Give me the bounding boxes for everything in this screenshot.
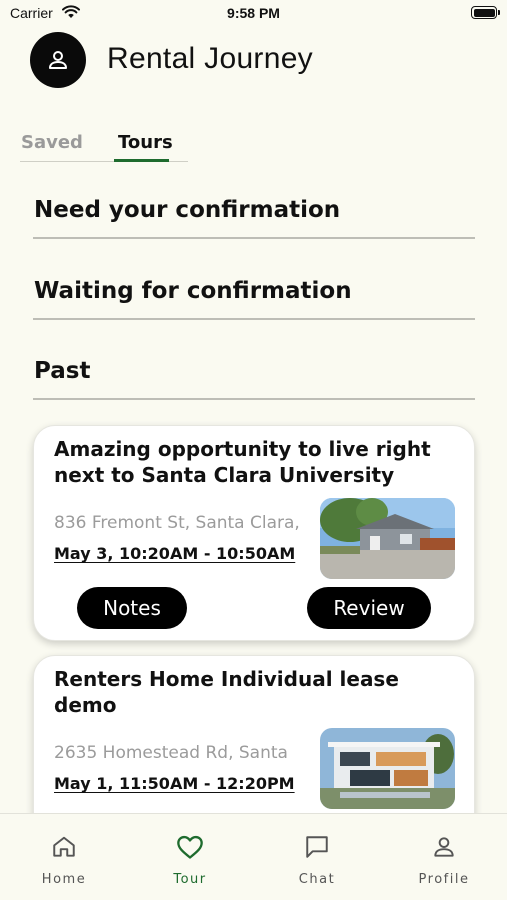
nav-profile[interactable]: Profile — [381, 814, 507, 900]
tour-title: Amazing opportunity to live right next t… — [54, 437, 431, 487]
status-bar: Carrier 9:58 PM — [0, 0, 507, 30]
nav-home-label: Home — [41, 872, 87, 887]
property-photo[interactable] — [320, 498, 455, 579]
bottom-nav: Home Tour Chat Profile — [0, 813, 507, 900]
notes-button[interactable]: Notes — [77, 587, 187, 629]
tour-time: May 1, 11:50AM - 12:20PM — [54, 774, 295, 793]
review-button[interactable]: Review — [307, 587, 431, 629]
person-icon — [49, 51, 67, 69]
tab-saved[interactable]: Saved — [21, 132, 83, 153]
nav-home[interactable]: Home — [1, 814, 127, 900]
section-past[interactable]: Past — [34, 358, 90, 384]
tab-tours[interactable]: Tours — [118, 132, 173, 153]
section-need-confirmation[interactable]: Need your confirmation — [34, 197, 340, 223]
property-photo[interactable] — [320, 728, 455, 809]
nav-profile-label: Profile — [418, 872, 470, 887]
chat-icon — [306, 836, 328, 858]
tour-title: Renters Home Individual lease demo — [54, 667, 399, 717]
nav-tour[interactable]: Tour — [127, 814, 253, 900]
page-title: Rental Journey — [107, 42, 313, 75]
nav-chat[interactable]: Chat — [254, 814, 380, 900]
tour-address: 2635 Homestead Rd, Santa — [54, 743, 288, 763]
screen: Carrier 9:58 PM Rental Journey Saved Tou… — [0, 0, 507, 900]
avatar[interactable] — [30, 32, 86, 88]
status-time: 9:58 PM — [227, 5, 280, 21]
nav-chat-label: Chat — [298, 872, 336, 887]
tour-address: 836 Fremont St, Santa Clara, — [54, 513, 300, 533]
tour-card[interactable]: Amazing opportunity to live right next t… — [33, 425, 475, 641]
section-waiting-confirmation[interactable]: Waiting for confirmation — [34, 278, 352, 304]
section-divider — [33, 237, 475, 239]
nav-tour-label: Tour — [173, 872, 207, 887]
heart-icon — [177, 835, 203, 859]
person-icon — [434, 837, 454, 857]
section-divider — [33, 398, 475, 400]
house-photo-illustration — [320, 728, 455, 809]
home-icon — [53, 836, 75, 857]
house-photo-illustration — [320, 498, 455, 579]
battery-icon — [471, 6, 500, 19]
tour-time: May 3, 10:20AM - 10:50AM — [54, 544, 296, 563]
section-divider — [33, 318, 475, 320]
active-tab-indicator — [114, 159, 169, 162]
